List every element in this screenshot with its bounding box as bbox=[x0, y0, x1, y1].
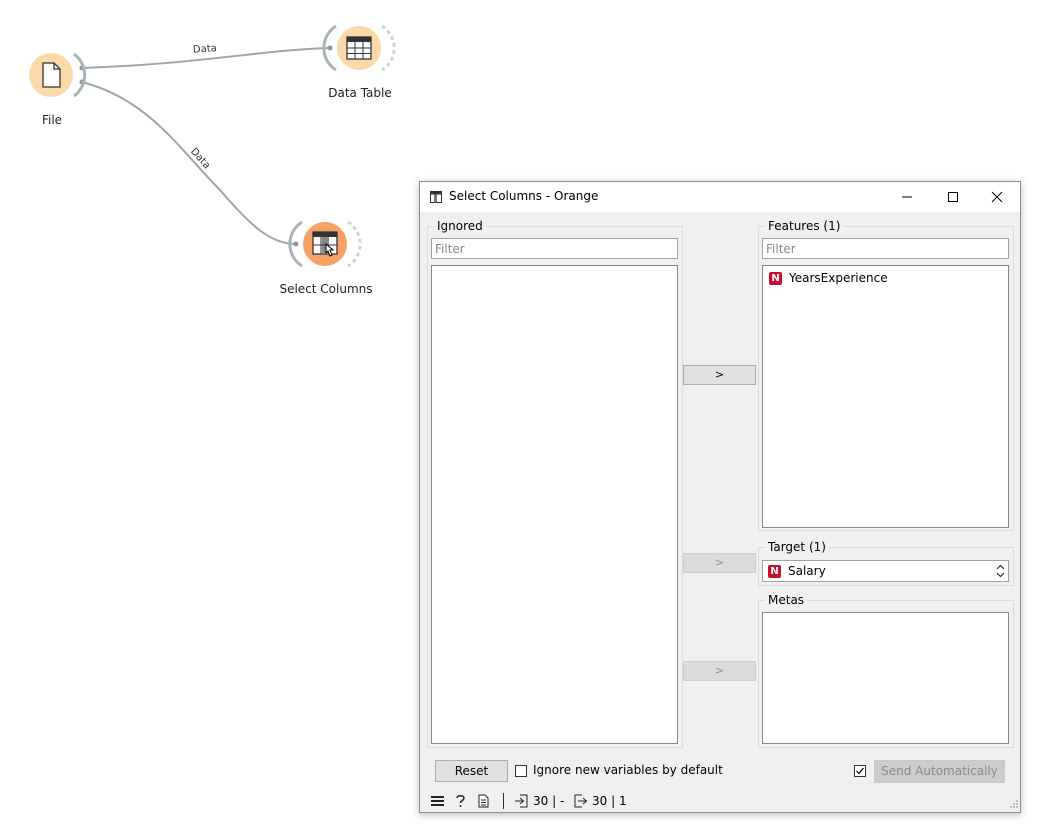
status-divider bbox=[503, 793, 504, 809]
file-node-label: File bbox=[41, 113, 63, 127]
list-item[interactable]: N YearsExperience bbox=[769, 270, 888, 286]
ignored-title: Ignored bbox=[434, 219, 486, 233]
send-auto-checkbox[interactable] bbox=[854, 765, 866, 777]
output-summary[interactable]: 30 | 1 bbox=[574, 793, 627, 809]
features-list[interactable]: N YearsExperience bbox=[762, 265, 1009, 528]
target-selected: N Salary bbox=[768, 563, 826, 579]
minimize-icon bbox=[902, 196, 912, 198]
file-icon bbox=[42, 62, 61, 88]
features-filter-input[interactable] bbox=[762, 238, 1009, 259]
report-button[interactable] bbox=[478, 793, 489, 809]
output-icon bbox=[574, 794, 587, 808]
help-icon bbox=[456, 795, 465, 807]
data-table-node[interactable] bbox=[337, 26, 381, 70]
metas-title: Metas bbox=[765, 593, 808, 607]
target-combo[interactable]: N Salary bbox=[762, 560, 1009, 582]
reset-button[interactable]: Reset bbox=[435, 760, 508, 782]
report-icon bbox=[478, 794, 489, 808]
input-icon bbox=[515, 794, 528, 808]
select-columns-node-label: Select Columns bbox=[279, 282, 373, 296]
window-app-icon bbox=[430, 191, 442, 203]
close-icon bbox=[991, 191, 1003, 203]
move-to-metas-button[interactable]: > bbox=[683, 661, 756, 681]
link-file-selectcolumns[interactable] bbox=[81, 81, 297, 245]
target-variable-name: Salary bbox=[788, 564, 826, 578]
features-title: Features (1) bbox=[765, 219, 844, 233]
resize-grip-icon[interactable] bbox=[1009, 799, 1019, 809]
ignore-new-label[interactable]: Ignore new variables by default bbox=[533, 763, 723, 777]
numeric-variable-icon: N bbox=[769, 271, 782, 285]
close-button[interactable] bbox=[974, 182, 1020, 212]
help-button[interactable] bbox=[455, 793, 466, 809]
input-summary[interactable]: 30 | - bbox=[515, 793, 564, 809]
spin-updown-icon bbox=[996, 564, 1005, 578]
window-title: Select Columns - Orange bbox=[449, 189, 599, 203]
send-automatically-button[interactable]: Send Automatically bbox=[874, 760, 1005, 783]
data-table-node-label: Data Table bbox=[328, 86, 392, 100]
select-columns-icon bbox=[312, 231, 338, 257]
title-bar[interactable]: Select Columns - Orange bbox=[420, 182, 1020, 212]
link-label-data-1: Data bbox=[193, 43, 218, 56]
output-summary-text: 30 | 1 bbox=[592, 794, 627, 808]
checkmark-icon bbox=[856, 767, 864, 775]
numeric-variable-icon: N bbox=[768, 564, 781, 578]
menu-button[interactable] bbox=[431, 793, 444, 809]
hamburger-menu-icon bbox=[431, 796, 444, 806]
select-columns-window: Select Columns - Orange Ignored > > > Fe… bbox=[419, 181, 1021, 813]
table-icon bbox=[346, 36, 372, 60]
input-summary-text: 30 | - bbox=[533, 794, 565, 808]
move-to-target-button[interactable]: > bbox=[683, 553, 756, 573]
target-title: Target (1) bbox=[765, 540, 829, 554]
variable-name: YearsExperience bbox=[789, 271, 888, 285]
status-bar: 30 | - 30 | 1 bbox=[431, 793, 1018, 809]
ignored-list[interactable] bbox=[431, 265, 678, 744]
minimize-button[interactable] bbox=[884, 182, 930, 212]
maximize-icon bbox=[948, 192, 958, 202]
ignore-new-checkbox[interactable] bbox=[515, 765, 527, 777]
ignored-filter-input[interactable] bbox=[431, 238, 678, 259]
file-node[interactable] bbox=[29, 53, 73, 97]
move-to-features-button[interactable]: > bbox=[683, 365, 756, 385]
metas-list[interactable] bbox=[762, 612, 1009, 744]
maximize-button[interactable] bbox=[930, 182, 976, 212]
select-columns-node[interactable] bbox=[303, 222, 347, 266]
